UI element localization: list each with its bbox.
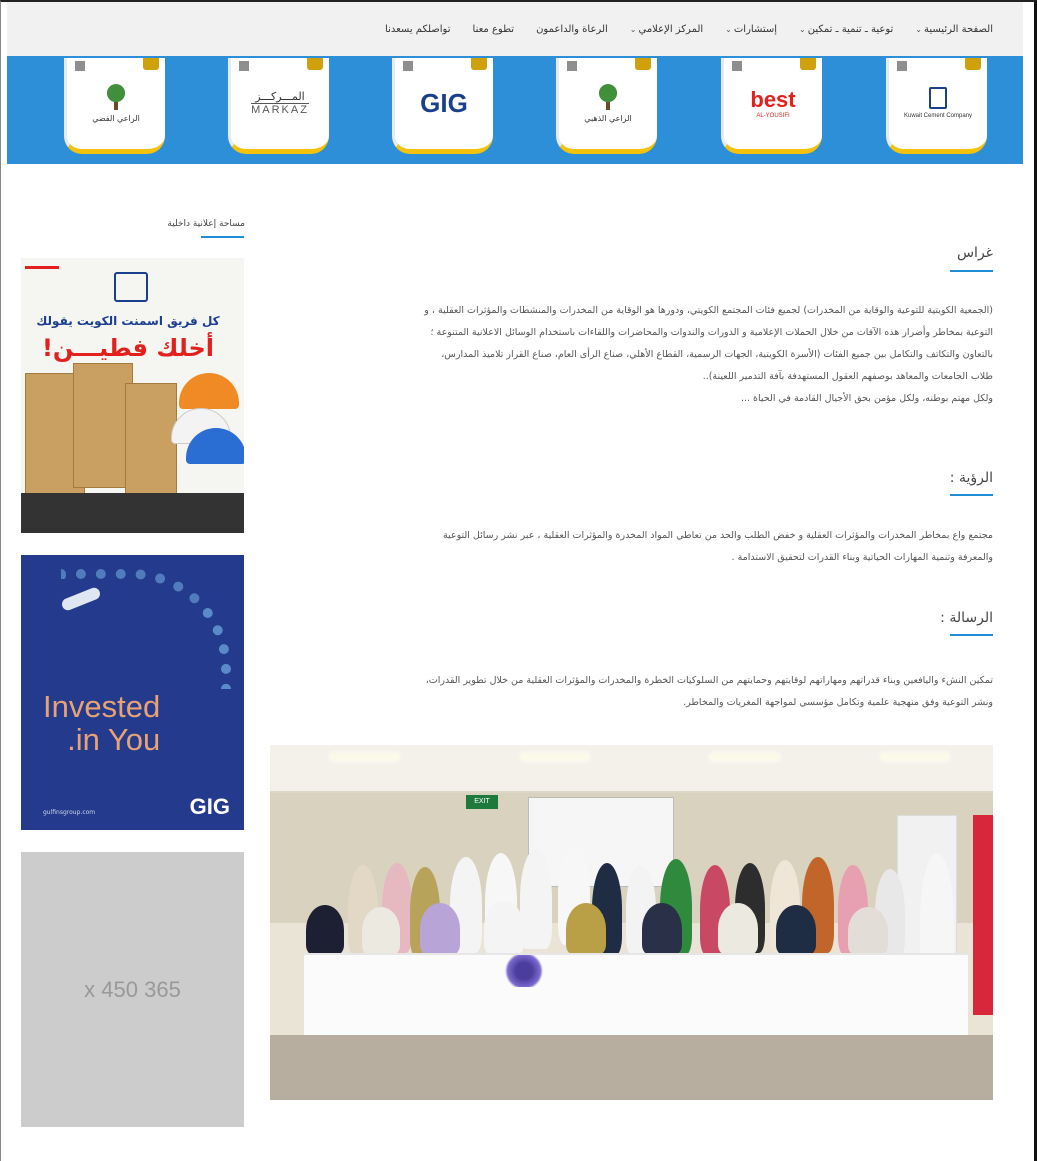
chevron-down-icon: ⌄ bbox=[725, 24, 732, 34]
ad-kuwait-cement[interactable]: كل فريق اسمنت الكويت يقولك أخلك فطيـــن! bbox=[21, 258, 244, 533]
nav-item-sponsors[interactable]: الرعاة والداعمون bbox=[536, 24, 608, 35]
ad-accent-line bbox=[25, 266, 59, 269]
chevron-down-icon: ⌄ bbox=[799, 24, 806, 34]
exit-sign: EXIT bbox=[466, 795, 498, 809]
tree-icon bbox=[106, 83, 126, 110]
section-paragraph-about: (الجمعية الكويتية للتوعية والوقاية من ال… bbox=[270, 300, 993, 410]
sponsor-gold[interactable]: الراعي الذهبي bbox=[556, 58, 657, 154]
sidebar-title: مساحة إعلانية داخلية bbox=[167, 219, 245, 229]
nav-item-label: المركز الإعلامي bbox=[638, 23, 704, 35]
nav-item-label: تطوع معنا bbox=[472, 23, 515, 35]
nav-item-contact[interactable]: تواصلكم يسعدنا bbox=[385, 24, 451, 35]
section-paragraph-mission: تمكين النشء واليافعين وبناء قدراتهم ومها… bbox=[270, 670, 993, 714]
decorative-wave bbox=[61, 569, 231, 689]
ad-gig-invested[interactable]: Invested in You. gulfinsgroup.com GIG bbox=[21, 555, 244, 830]
nav-item-label: إستشارات bbox=[733, 23, 778, 35]
sponsor-caption: الراعي الذهبي bbox=[584, 113, 632, 123]
sponsor-brand: best bbox=[750, 86, 796, 112]
paragraph-line: طلاب الجامعات والمعاهد بوصفهم العقول الم… bbox=[702, 371, 993, 382]
sponsor-silver[interactable]: الراعي الفضي bbox=[64, 58, 165, 154]
nav-item-media-center[interactable]: المركز الإعلامي ⌄ bbox=[630, 24, 703, 35]
heading-underline bbox=[950, 494, 993, 496]
ad-placeholder-size: 365 x 450 bbox=[84, 976, 181, 1002]
section-heading-mission: الرسالة : bbox=[940, 610, 993, 626]
sponsor-caption: AL-YOUSIFI bbox=[756, 113, 790, 120]
chevron-down-icon: ⌄ bbox=[915, 24, 922, 34]
cement-bag-image bbox=[125, 383, 177, 508]
group-photo: EXIT bbox=[270, 745, 993, 1100]
cement-bag-image bbox=[73, 363, 133, 488]
sponsor-caption: الراعي الفضي bbox=[92, 113, 140, 123]
sponsor-caption: Kuwait Cement Company bbox=[903, 112, 973, 119]
ad-line-2: أخلك فطيـــن! bbox=[41, 334, 215, 362]
paragraph-line: (الجمعية الكويتية للتوعية والوقاية من ال… bbox=[424, 305, 993, 316]
nav-item-awareness[interactable]: توعية ـ تنمية ـ تمكين ⌄ bbox=[799, 24, 893, 35]
sponsor-markaz[interactable]: المـــركـــز MARKAZ bbox=[228, 58, 329, 154]
nav-item-home[interactable]: الصفحة الرئيسية ⌄ bbox=[915, 24, 993, 35]
nav-item-label: تواصلكم يسعدنا bbox=[385, 23, 451, 35]
sidebar-title-underline bbox=[201, 236, 244, 238]
paragraph-line: بالتعاون والتكاتف والتكامل بين جميع الفئ… bbox=[441, 349, 993, 360]
sponsor-best[interactable]: best AL-YOUSIFI bbox=[721, 58, 822, 154]
section-paragraph-vision: مجتمع واع بمخاطر المخدرات والمؤثرات العق… bbox=[270, 525, 993, 569]
paragraph-line: تمكين النشء واليافعين وبناء قدراتهم ومها… bbox=[425, 675, 993, 686]
roll-up-banner bbox=[973, 815, 993, 1015]
sponsor-brand: MARKAZ bbox=[251, 103, 309, 116]
photo-ceiling bbox=[270, 745, 993, 793]
heading-underline bbox=[950, 634, 993, 636]
nav-item-label: توعية ـ تنمية ـ تمكين bbox=[807, 23, 894, 35]
sponsor-gig[interactable]: GIG bbox=[392, 58, 493, 154]
ad-headline-line-2: in You. bbox=[67, 721, 161, 757]
tree-icon bbox=[598, 83, 619, 110]
paragraph-line: مجتمع واع بمخاطر المخدرات والمؤثرات العق… bbox=[442, 530, 993, 541]
building-icon bbox=[114, 272, 148, 302]
ad-line-1: كل فريق اسمنت الكويت يقولك bbox=[36, 314, 220, 328]
section-heading-ghiras: غراس bbox=[956, 245, 993, 261]
paragraph-line: والمعرفة وتنمية المهارات الحياتية وبناء … bbox=[731, 552, 993, 563]
paragraph-line: ولكل مهتم بوطنه، ولكل مؤمن بحق الأجيال ا… bbox=[740, 393, 993, 404]
conference-table bbox=[304, 953, 968, 1043]
sponsors-strip: Kuwait Cement Company best AL-YOUSIFI ال… bbox=[7, 56, 1023, 164]
main-nav: الصفحة الرئيسية ⌄ توعية ـ تنمية ـ تمكين … bbox=[7, 2, 1023, 56]
nav-item-label: الرعاة والداعمون bbox=[536, 23, 608, 35]
building-icon bbox=[929, 86, 947, 109]
ad-footer-bar bbox=[21, 493, 244, 533]
paragraph-line: ونشر التوعية وفق منهجية علمية وتكامل مؤس… bbox=[683, 697, 993, 708]
ad-brand: GIG bbox=[189, 794, 230, 819]
chevron-down-icon: ⌄ bbox=[629, 24, 637, 34]
sponsor-kuwait-cement[interactable]: Kuwait Cement Company bbox=[886, 58, 987, 154]
paragraph-line: التوعية بمخاطر وأضرار هذه الآفات من خلال… bbox=[430, 327, 993, 338]
sponsor-brand: GIG bbox=[420, 87, 468, 118]
flower-arrangement bbox=[502, 955, 546, 987]
photo-floor bbox=[270, 1035, 993, 1100]
ad-url: gulfinsgroup.com bbox=[43, 809, 96, 816]
sponsor-arabic: المـــركـــز bbox=[255, 89, 305, 103]
nav-item-consultations[interactable]: إستشارات ⌄ bbox=[725, 24, 777, 35]
ad-headline: Invested in You. bbox=[43, 689, 161, 757]
section-heading-vision: الرؤية : bbox=[949, 470, 993, 486]
heading-underline bbox=[950, 270, 993, 272]
nav-item-volunteer[interactable]: تطوع معنا bbox=[473, 24, 515, 35]
helmet-image bbox=[179, 373, 239, 409]
ad-placeholder[interactable]: 365 x 450 bbox=[21, 852, 244, 1127]
ad-headline-line-1: Invested bbox=[43, 689, 161, 724]
nav-item-label: الصفحة الرئيسية bbox=[924, 23, 993, 35]
